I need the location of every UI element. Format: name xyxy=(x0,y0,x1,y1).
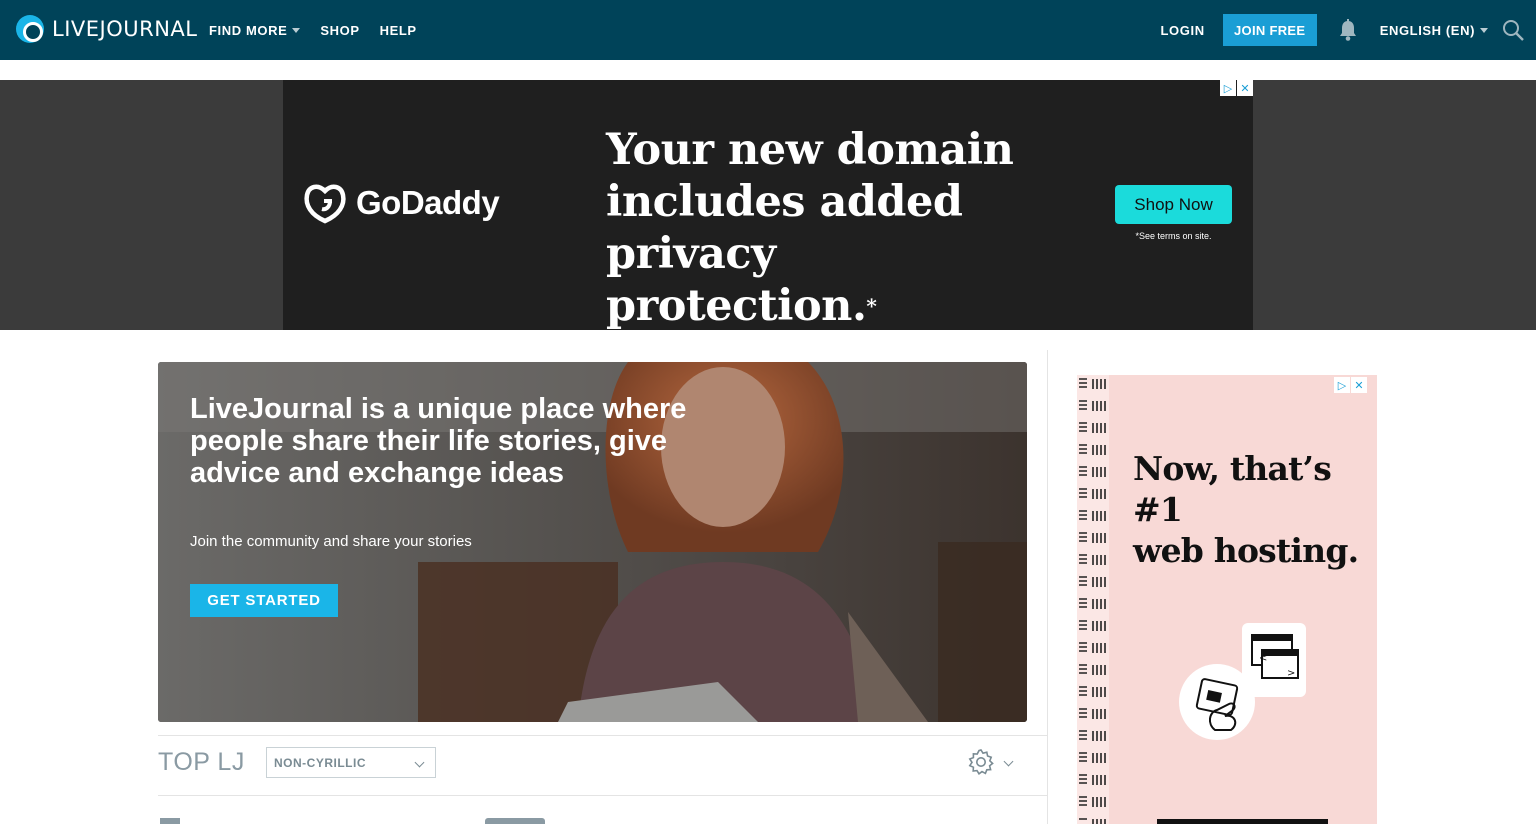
side-ad-headline-line: web hosting. xyxy=(1133,531,1359,570)
get-started-button[interactable]: GET STARTED xyxy=(190,584,338,617)
livejournal-logo-icon xyxy=(16,15,44,43)
ad-pattern-strip xyxy=(1077,375,1109,824)
caret-down-icon xyxy=(1480,27,1488,33)
adchoices-play-icon[interactable]: ▷ xyxy=(1334,377,1350,393)
language-selector[interactable]: ENGLISH (EN) xyxy=(1380,23,1488,38)
post-preview-fragment xyxy=(160,818,180,824)
godaddy-banner-ad[interactable]: GoDaddy Your new domain includes added p… xyxy=(283,80,1253,332)
ad-headline-line: Your new domain xyxy=(606,125,1014,175)
region-filter-select[interactable]: NON-CYRILLIC xyxy=(266,747,436,778)
svg-text:>: > xyxy=(1287,668,1295,679)
ad-headline-mark: * xyxy=(866,294,877,318)
web-hosting-side-ad[interactable]: ▷ ✕ Now, that’s #1 web hosting. < > xyxy=(1077,375,1377,824)
ad-headline-line: includes added xyxy=(606,177,963,227)
hero-banner: LiveJournal is a unique place where peop… xyxy=(158,362,1027,722)
gear-icon[interactable] xyxy=(967,748,995,776)
godaddy-logo-icon xyxy=(304,184,346,224)
main-nav: FIND MORE SHOP HELP xyxy=(209,0,417,60)
top-lj-title: TOP LJ xyxy=(158,748,245,776)
shop-now-button[interactable]: Shop Now xyxy=(1115,185,1232,224)
post-preview-fragment xyxy=(485,818,545,824)
logo-text: LIVEJOURNAL xyxy=(52,17,198,41)
chevron-down-icon xyxy=(414,757,425,768)
column-divider xyxy=(1047,350,1048,824)
header-actions: LOGIN JOIN FREE ENGLISH (EN) xyxy=(1161,0,1536,60)
top-header: LIVEJOURNAL FIND MORE SHOP HELP LOGIN JO… xyxy=(0,0,1536,60)
godaddy-brand-name: GoDaddy xyxy=(356,184,500,221)
nav-shop[interactable]: SHOP xyxy=(320,23,359,38)
side-ad-headline: Now, that’s #1 web hosting. xyxy=(1133,448,1373,571)
ad-choices[interactable]: ▷ ✕ xyxy=(1334,377,1367,393)
ad-headline-line: privacy protection.* xyxy=(606,228,1046,332)
hero-subtitle: Join the community and share your storie… xyxy=(190,533,472,550)
svg-text:<: < xyxy=(1259,653,1267,664)
web-hosting-illustration: < > xyxy=(1179,623,1306,740)
divider xyxy=(158,795,1047,796)
adchoices-play-icon[interactable]: ▷ xyxy=(1220,80,1236,96)
region-filter-value: NON-CYRILLIC xyxy=(274,755,366,770)
ad-headline-text: privacy protection. xyxy=(606,229,867,331)
godaddy-logo: GoDaddy xyxy=(302,181,500,225)
join-free-button[interactable]: JOIN FREE xyxy=(1222,14,1317,46)
caret-down-icon xyxy=(292,27,301,33)
ad-headline: Your new domain includes added privacy p… xyxy=(606,124,1046,332)
login-link[interactable]: LOGIN xyxy=(1161,23,1205,38)
site-logo[interactable]: LIVEJOURNAL xyxy=(16,15,198,43)
divider xyxy=(158,735,1047,736)
close-icon[interactable]: ✕ xyxy=(1237,80,1253,96)
hero-title: LiveJournal is a unique place where peop… xyxy=(190,393,687,489)
nav-find-more[interactable]: FIND MORE xyxy=(209,22,301,38)
ad-footnote: *See terms on site. xyxy=(1135,231,1212,241)
bell-icon[interactable] xyxy=(1338,19,1358,41)
search-icon[interactable] xyxy=(1502,19,1524,41)
top-ad-band: GoDaddy Your new domain includes added p… xyxy=(0,80,1536,332)
nav-find-more-label: FIND MORE xyxy=(209,22,288,38)
nav-help[interactable]: HELP xyxy=(380,23,417,38)
ad-choices[interactable]: ▷ ✕ xyxy=(1220,80,1253,96)
chevron-down-icon[interactable] xyxy=(1003,756,1014,767)
language-label: ENGLISH (EN) xyxy=(1379,22,1475,38)
close-icon[interactable]: ✕ xyxy=(1351,377,1367,393)
side-ad-headline-line: Now, that’s #1 xyxy=(1133,449,1332,529)
side-ad-cta-bar[interactable] xyxy=(1157,819,1328,824)
